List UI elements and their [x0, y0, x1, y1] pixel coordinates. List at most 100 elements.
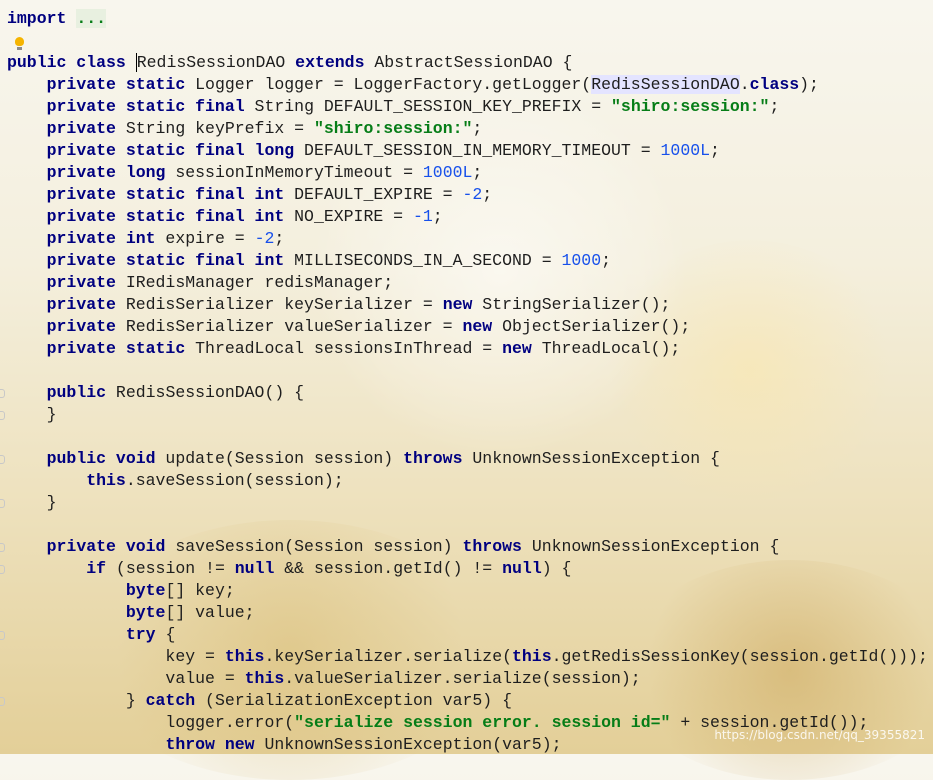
code-token: .keySerializer.serialize(: [264, 647, 512, 666]
code-token: UnknownSessionException(var5);: [254, 735, 562, 754]
code-line[interactable]: private static Logger logger = LoggerFac…: [7, 74, 928, 96]
code-line[interactable]: public RedisSessionDAO() {: [7, 382, 928, 404]
code-line[interactable]: key = this.keySerializer.serialize(this.…: [7, 646, 927, 668]
code-token: String DEFAULT_SESSION_KEY_PREFIX =: [244, 97, 612, 116]
code-line[interactable]: private static ThreadLocal sessionsInThr…: [7, 338, 928, 360]
code-line[interactable]: private static final int NO_EXPIRE = -1;: [7, 206, 928, 228]
code-token: sessionInMemoryTimeout =: [165, 163, 423, 182]
code-token-kw: new: [442, 295, 473, 314]
code-token: ;: [769, 97, 780, 116]
code-token: [] key;: [165, 581, 235, 600]
code-line[interactable]: private int expire = -2;: [7, 228, 928, 250]
code-token: update(Session session): [155, 449, 404, 468]
code-token: );: [799, 75, 819, 94]
code-token-kw: throws: [403, 449, 463, 468]
code-line[interactable]: this.saveSession(session);: [7, 470, 928, 492]
code-token: ObjectSerializer();: [492, 317, 691, 336]
code-token-num: 1000L: [422, 163, 473, 182]
fold-marker-icon[interactable]: [0, 411, 5, 420]
code-token: expire =: [155, 229, 255, 248]
code-line[interactable]: private static final String DEFAULT_SESS…: [7, 96, 928, 118]
code-line[interactable]: [7, 30, 928, 52]
code-token: String keyPrefix =: [115, 119, 314, 138]
code-token: DEFAULT_SESSION_IN_MEMORY_TIMEOUT =: [294, 141, 661, 160]
code-token-kw: private: [46, 273, 116, 292]
code-token: value =: [7, 669, 245, 688]
code-token-kw: private static: [46, 75, 186, 94]
code-token: ThreadLocal();: [531, 339, 681, 358]
code-token-kw: this: [224, 647, 265, 666]
code-line[interactable]: private long sessionInMemoryTimeout = 10…: [7, 162, 928, 184]
code-line[interactable]: private static final long DEFAULT_SESSIO…: [7, 140, 928, 162]
code-line[interactable]: }: [7, 492, 928, 514]
fold-marker-icon[interactable]: [0, 565, 5, 574]
code-token: ;: [472, 163, 483, 182]
code-line[interactable]: private String keyPrefix = "shiro:sessio…: [7, 118, 928, 140]
code-line[interactable]: private static final int MILLISECONDS_IN…: [7, 250, 928, 272]
code-line[interactable]: public class RedisSessionDAO extends Abs…: [7, 52, 928, 74]
code-line[interactable]: [7, 360, 928, 382]
code-token: StringSerializer();: [472, 295, 671, 314]
fold-marker-icon[interactable]: [0, 631, 5, 640]
code-line[interactable]: private RedisSerializer valueSerializer …: [7, 316, 928, 338]
code-token-kw: byte: [125, 603, 166, 622]
code-line[interactable]: byte[] value;: [7, 602, 928, 624]
code-token-kw: private static final int: [46, 185, 285, 204]
code-line[interactable]: public void update(Session session) thro…: [7, 448, 928, 470]
code-token: {: [155, 625, 176, 644]
fold-marker-icon[interactable]: [0, 499, 5, 508]
code-line[interactable]: value = this.valueSerializer.serialize(s…: [7, 668, 928, 690]
fold-marker-icon[interactable]: [0, 389, 5, 398]
code-token-kw: throws: [462, 537, 522, 556]
code-line[interactable]: }: [7, 404, 928, 426]
code-token: ;: [274, 229, 285, 248]
code-token: ) {: [541, 559, 572, 578]
code-token-kw: private static final int: [46, 207, 285, 226]
code-token: ;: [482, 185, 493, 204]
code-token: (SerializationException var5) {: [195, 691, 512, 710]
code-line[interactable]: try {: [7, 624, 928, 646]
code-token-kw: byte: [125, 581, 166, 600]
code-token-num: 1000: [561, 251, 602, 270]
code-token: ThreadLocal sessionsInThread =: [185, 339, 503, 358]
code-token-kw: try: [125, 625, 156, 644]
code-line[interactable]: [7, 514, 928, 536]
code-line[interactable]: [7, 426, 928, 448]
code-token: Logger logger = LoggerFactory.getLogger(: [185, 75, 592, 94]
code-line[interactable]: private IRedisManager redisManager;: [7, 272, 928, 294]
fold-marker-icon[interactable]: [0, 543, 5, 552]
code-token-kw: if: [86, 559, 107, 578]
code-line[interactable]: private static final int DEFAULT_EXPIRE …: [7, 184, 928, 206]
code-token: ;: [472, 119, 483, 138]
fold-marker-icon[interactable]: [0, 697, 5, 706]
code-token-str: "shiro:session:": [611, 97, 770, 116]
code-line[interactable]: private RedisSerializer keySerializer = …: [7, 294, 928, 316]
code-token: AbstractSessionDAO {: [364, 53, 573, 72]
code-token: ;: [601, 251, 612, 270]
code-token: RedisSerializer keySerializer =: [115, 295, 443, 314]
code-token: .saveSession(session);: [125, 471, 344, 490]
code-line[interactable]: if (session != null && session.getId() !…: [7, 558, 928, 580]
code-token-num: -1: [412, 207, 433, 226]
code-line[interactable]: byte[] key;: [7, 580, 928, 602]
fold-marker-icon[interactable]: [0, 455, 5, 464]
code-line[interactable]: private void saveSession(Session session…: [7, 536, 928, 558]
code-editor[interactable]: import ... public class RedisSessionDAO e…: [0, 0, 933, 754]
code-content[interactable]: import ... public class RedisSessionDAO e…: [7, 8, 928, 754]
code-token: NO_EXPIRE =: [284, 207, 413, 226]
code-line[interactable]: } catch (SerializationException var5) {: [7, 690, 928, 712]
code-line[interactable]: import ...: [7, 8, 928, 30]
code-token-ref: RedisSessionDAO: [591, 75, 740, 94]
